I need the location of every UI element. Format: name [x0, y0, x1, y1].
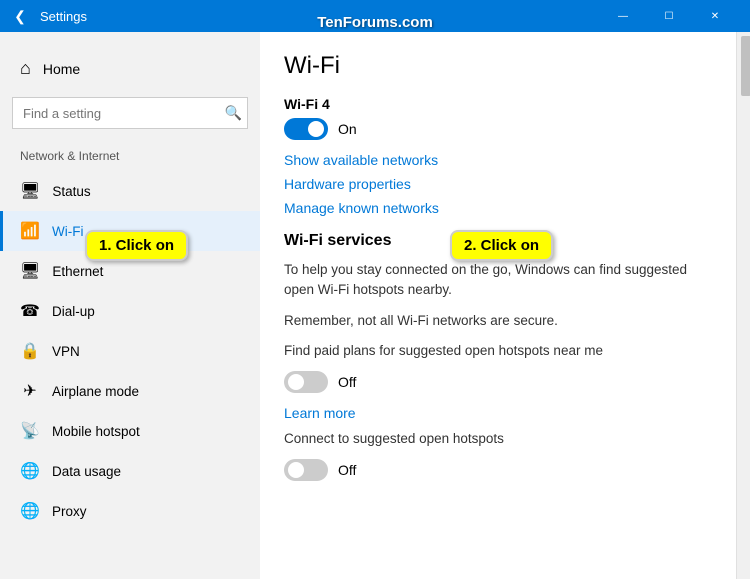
sidebar-item-status[interactable]: 🖥 Status: [0, 171, 260, 211]
sidebar-item-label: Status: [52, 184, 90, 199]
wifi-toggle[interactable]: [284, 118, 328, 140]
find-paid-toggle-label: Off: [338, 374, 356, 390]
app-title: Settings: [40, 9, 87, 24]
toggle-knob: [308, 121, 324, 137]
home-icon: ⌂: [20, 58, 31, 79]
vpn-icon: 🔒: [20, 341, 40, 361]
connect-suggested-label: Connect to suggested open hotspots: [284, 429, 712, 449]
sidebar-item-proxy[interactable]: 🌐 Proxy: [0, 491, 260, 531]
connect-suggested-toggle-row: Off: [284, 459, 712, 481]
wifi-services-text2: Remember, not all Wi-Fi networks are sec…: [284, 311, 712, 331]
airplane-icon: ✈: [20, 381, 40, 401]
annotation-1-container: 1. Click on: [85, 230, 188, 261]
back-button[interactable]: ❮: [8, 4, 32, 28]
sidebar: ⌂ Home 🔍 Network & Internet 🖥 Status 📶 W…: [0, 32, 260, 579]
sidebar-item-datausage[interactable]: 🌐 Data usage: [0, 451, 260, 491]
maximize-icon: ☐: [665, 11, 674, 22]
search-input[interactable]: [12, 97, 248, 129]
sidebar-item-airplane[interactable]: ✈ Airplane mode: [0, 371, 260, 411]
app-container: ⌂ Home 🔍 Network & Internet 🖥 Status 📶 W…: [0, 32, 750, 579]
learn-more-link[interactable]: Learn more: [284, 405, 712, 421]
toggle-knob-3: [288, 462, 304, 478]
sidebar-item-label: Dial-up: [52, 304, 95, 319]
watermark: TenForums.com: [317, 14, 433, 31]
scrollbar-thumb[interactable]: [741, 36, 750, 96]
search-icon[interactable]: 🔍: [225, 105, 242, 122]
toggle-knob-2: [288, 374, 304, 390]
sidebar-item-dialup[interactable]: ☎ Dial-up: [0, 291, 260, 331]
dialup-icon: ☎: [20, 301, 40, 321]
hardware-properties-link[interactable]: Hardware properties: [284, 176, 712, 192]
sidebar-item-label: Ethernet: [52, 264, 103, 279]
wifi-icon: 📶: [20, 221, 40, 241]
connect-suggested-toggle-label: Off: [338, 462, 356, 478]
sidebar-item-label: Mobile hotspot: [52, 424, 140, 439]
sidebar-section-title: Network & Internet: [0, 145, 260, 171]
close-icon: ✕: [711, 11, 719, 22]
wifi-version: Wi-Fi 4: [284, 96, 712, 112]
search-box: 🔍: [12, 97, 248, 129]
show-networks-link[interactable]: Show available networks: [284, 152, 712, 168]
sidebar-item-hotspot[interactable]: 📡 Mobile hotspot: [0, 411, 260, 451]
close-button[interactable]: ✕: [692, 0, 738, 32]
wifi-toggle-label: On: [338, 121, 357, 137]
sidebar-item-label: Proxy: [52, 504, 87, 519]
connect-suggested-toggle[interactable]: [284, 459, 328, 481]
scrollbar-track[interactable]: [736, 32, 750, 579]
proxy-icon: 🌐: [20, 501, 40, 521]
back-icon: ❮: [14, 8, 26, 25]
datausage-icon: 🌐: [20, 461, 40, 481]
title-bar: ❮ Settings TenForums.com — ☐ ✕: [0, 0, 750, 32]
sidebar-item-label: Airplane mode: [52, 384, 139, 399]
sidebar-item-label: Data usage: [52, 464, 121, 479]
sidebar-item-vpn[interactable]: 🔒 VPN: [0, 331, 260, 371]
ethernet-icon: 🖥: [20, 261, 40, 281]
window-controls: — ☐ ✕: [600, 0, 738, 32]
annotation-2-container: 2. Click on: [450, 230, 553, 261]
page-title: Wi-Fi: [284, 52, 712, 80]
find-paid-label: Find paid plans for suggested open hotsp…: [284, 341, 712, 361]
maximize-button[interactable]: ☐: [646, 0, 692, 32]
minimize-icon: —: [618, 11, 628, 22]
annotation-1: 1. Click on: [85, 230, 188, 261]
wifi-services-text1: To help you stay connected on the go, Wi…: [284, 260, 712, 301]
find-paid-toggle-row: Off: [284, 371, 712, 393]
main-content: Wi-Fi Wi-Fi 4 On Show available networks…: [260, 32, 736, 579]
sidebar-item-label: Wi-Fi: [52, 224, 83, 239]
wifi-toggle-row: On: [284, 118, 712, 140]
manage-networks-link[interactable]: Manage known networks: [284, 200, 712, 216]
find-paid-toggle[interactable]: [284, 371, 328, 393]
sidebar-item-label: VPN: [52, 344, 80, 359]
home-label: Home: [43, 61, 80, 77]
sidebar-item-home[interactable]: ⌂ Home: [0, 48, 260, 89]
content-wrapper: Wi-Fi Wi-Fi 4 On Show available networks…: [260, 32, 750, 579]
hotspot-icon: 📡: [20, 421, 40, 441]
minimize-button[interactable]: —: [600, 0, 646, 32]
annotation-2: 2. Click on: [450, 230, 553, 261]
status-icon: 🖥: [20, 181, 40, 201]
